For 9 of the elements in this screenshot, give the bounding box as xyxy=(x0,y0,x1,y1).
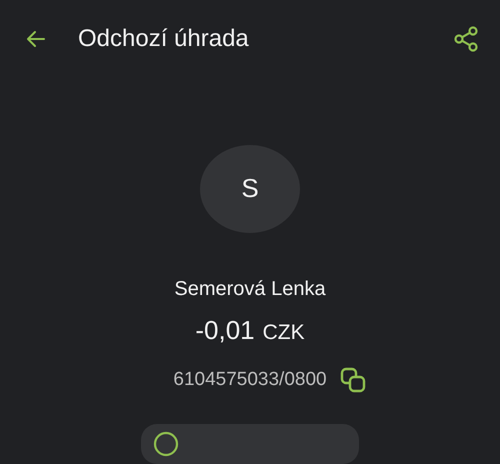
circle-icon xyxy=(153,431,179,457)
amount-value: -0,01 xyxy=(195,315,255,346)
currency-label: CZK xyxy=(262,321,305,345)
share-icon[interactable] xyxy=(452,25,480,54)
payee-name: Semerová Lenka xyxy=(174,278,326,301)
account-number: 6104575033/0800 xyxy=(173,369,327,391)
screen-title: Odchozí úhrada xyxy=(78,25,250,54)
avatar-initial: S xyxy=(200,144,300,233)
copy-icon[interactable] xyxy=(338,366,367,394)
